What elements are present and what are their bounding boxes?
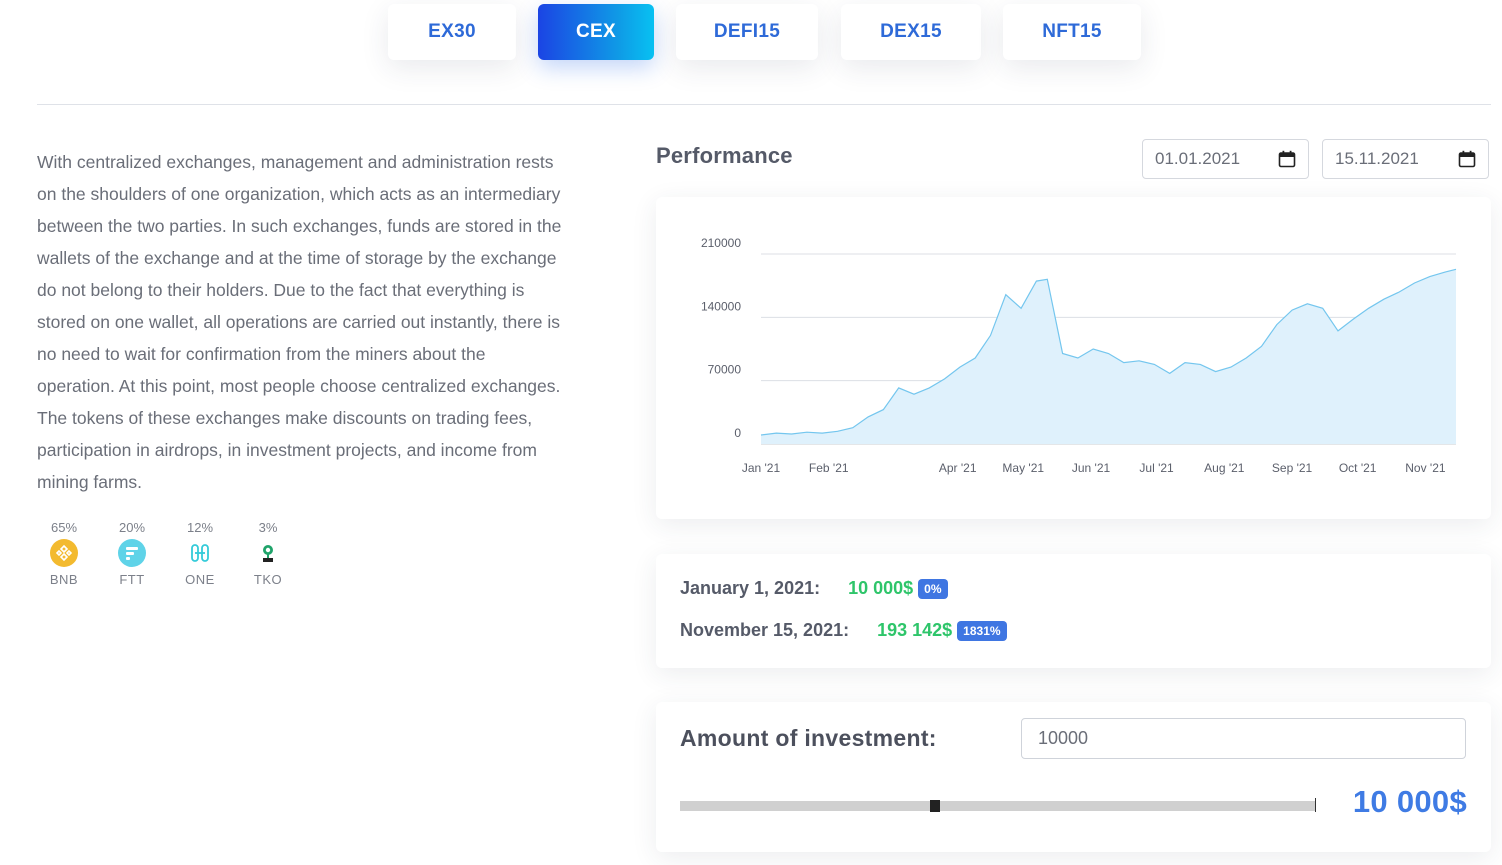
x-tick-label: Jul '21 [1139,461,1174,475]
summary-start-badge: 0% [918,578,948,599]
token-bnb: 65% BNB [30,520,98,587]
investment-amount-input[interactable]: 10000 [1021,718,1466,759]
index-tabs: EX30 CEX DEFI15 DEX15 NFT15 [388,4,1141,60]
token-percent: 12% [186,520,214,535]
x-tick-label: Jan '21 [742,461,781,475]
x-tick-label: Apr '21 [939,461,977,475]
investment-label: Amount of investment: [680,725,937,751]
token-percent: 20% [118,520,146,535]
series-area [761,269,1456,444]
y-tick-label: 140000 [701,299,741,313]
tab-defi15[interactable]: DEFI15 [676,4,818,60]
token-symbol: FTT [119,572,145,587]
investment-card: Amount of investment: 10000 10 000$ [656,702,1491,852]
token-percent: 3% [258,520,278,535]
date-from-value: 01.01.2021 [1155,149,1241,168]
y-tick-label: 210000 [701,236,741,250]
tab-dex15[interactable]: DEX15 [841,4,981,60]
date-from-input[interactable]: 01.01.2021 [1142,139,1309,179]
x-tick-label: Feb '21 [809,461,849,475]
slider-thumb[interactable] [930,800,940,812]
tab-nft15[interactable]: NFT15 [1003,4,1141,60]
section-divider [37,104,1491,105]
token-tko: 3% TKO [234,520,302,587]
performance-title: Performance [656,143,793,168]
token-ftt: 20% FTT [98,520,166,587]
ftt-icon [118,539,146,567]
token-one: 12% ONE [166,520,234,587]
summary-end-label: November 15, 2021: [680,620,850,640]
x-tick-label: Oct '21 [1339,461,1377,475]
x-tick-label: Aug '21 [1204,461,1245,475]
slider-track-end [1315,798,1316,812]
tko-icon [254,539,282,567]
date-to-input[interactable]: 15.11.2021 [1322,139,1489,179]
token-percent: 65% [50,520,78,535]
tab-cex[interactable]: CEX [538,4,654,60]
token-symbol: BNB [49,572,79,587]
calendar-icon[interactable] [1458,150,1476,168]
summary-start-label: January 1, 2021: [680,578,821,598]
summary-row-start: January 1, 2021: 10 000$ 0% [680,578,948,599]
date-to-value: 15.11.2021 [1335,149,1419,168]
calendar-icon[interactable] [1278,150,1296,168]
token-symbol: TKO [253,572,283,587]
summary-row-end: November 15, 2021: 193 142$ 1831% [680,620,1007,641]
index-description: With centralized exchanges, management a… [37,152,562,492]
harmony-one-icon [186,539,214,567]
investment-amount-display: 10 000$ [1352,784,1467,819]
performance-chart-card: 210000 140000 70000 0 Jan '21 Feb '21 Apr '21 M… [656,197,1491,519]
x-tick-label: Jun '21 [1072,461,1111,475]
token-symbol: ONE [185,572,215,587]
x-tick-label: Nov '21 [1405,461,1446,475]
x-tick-label: May '21 [1002,461,1044,475]
summary-end-badge: 1831% [957,620,1007,641]
token-composition: 65% BNB 20% FTT 12% ONE 3% TKO [30,520,302,587]
performance-chart: 210000 140000 70000 0 Jan '21 Feb '21 Apr '21 M… [701,236,1457,475]
summary-start-value: 10 000$ [848,578,914,598]
summary-end-value: 193 142$ [877,620,953,640]
y-tick-label: 70000 [708,363,742,377]
y-tick-label: 0 [734,426,741,440]
x-tick-label: Sep '21 [1272,461,1313,475]
performance-summary-card: January 1, 2021: 10 000$ 0% November 15,… [656,554,1491,668]
bnb-icon [50,539,78,567]
tab-ex30[interactable]: EX30 [388,4,516,60]
investment-slider[interactable] [680,798,1316,812]
